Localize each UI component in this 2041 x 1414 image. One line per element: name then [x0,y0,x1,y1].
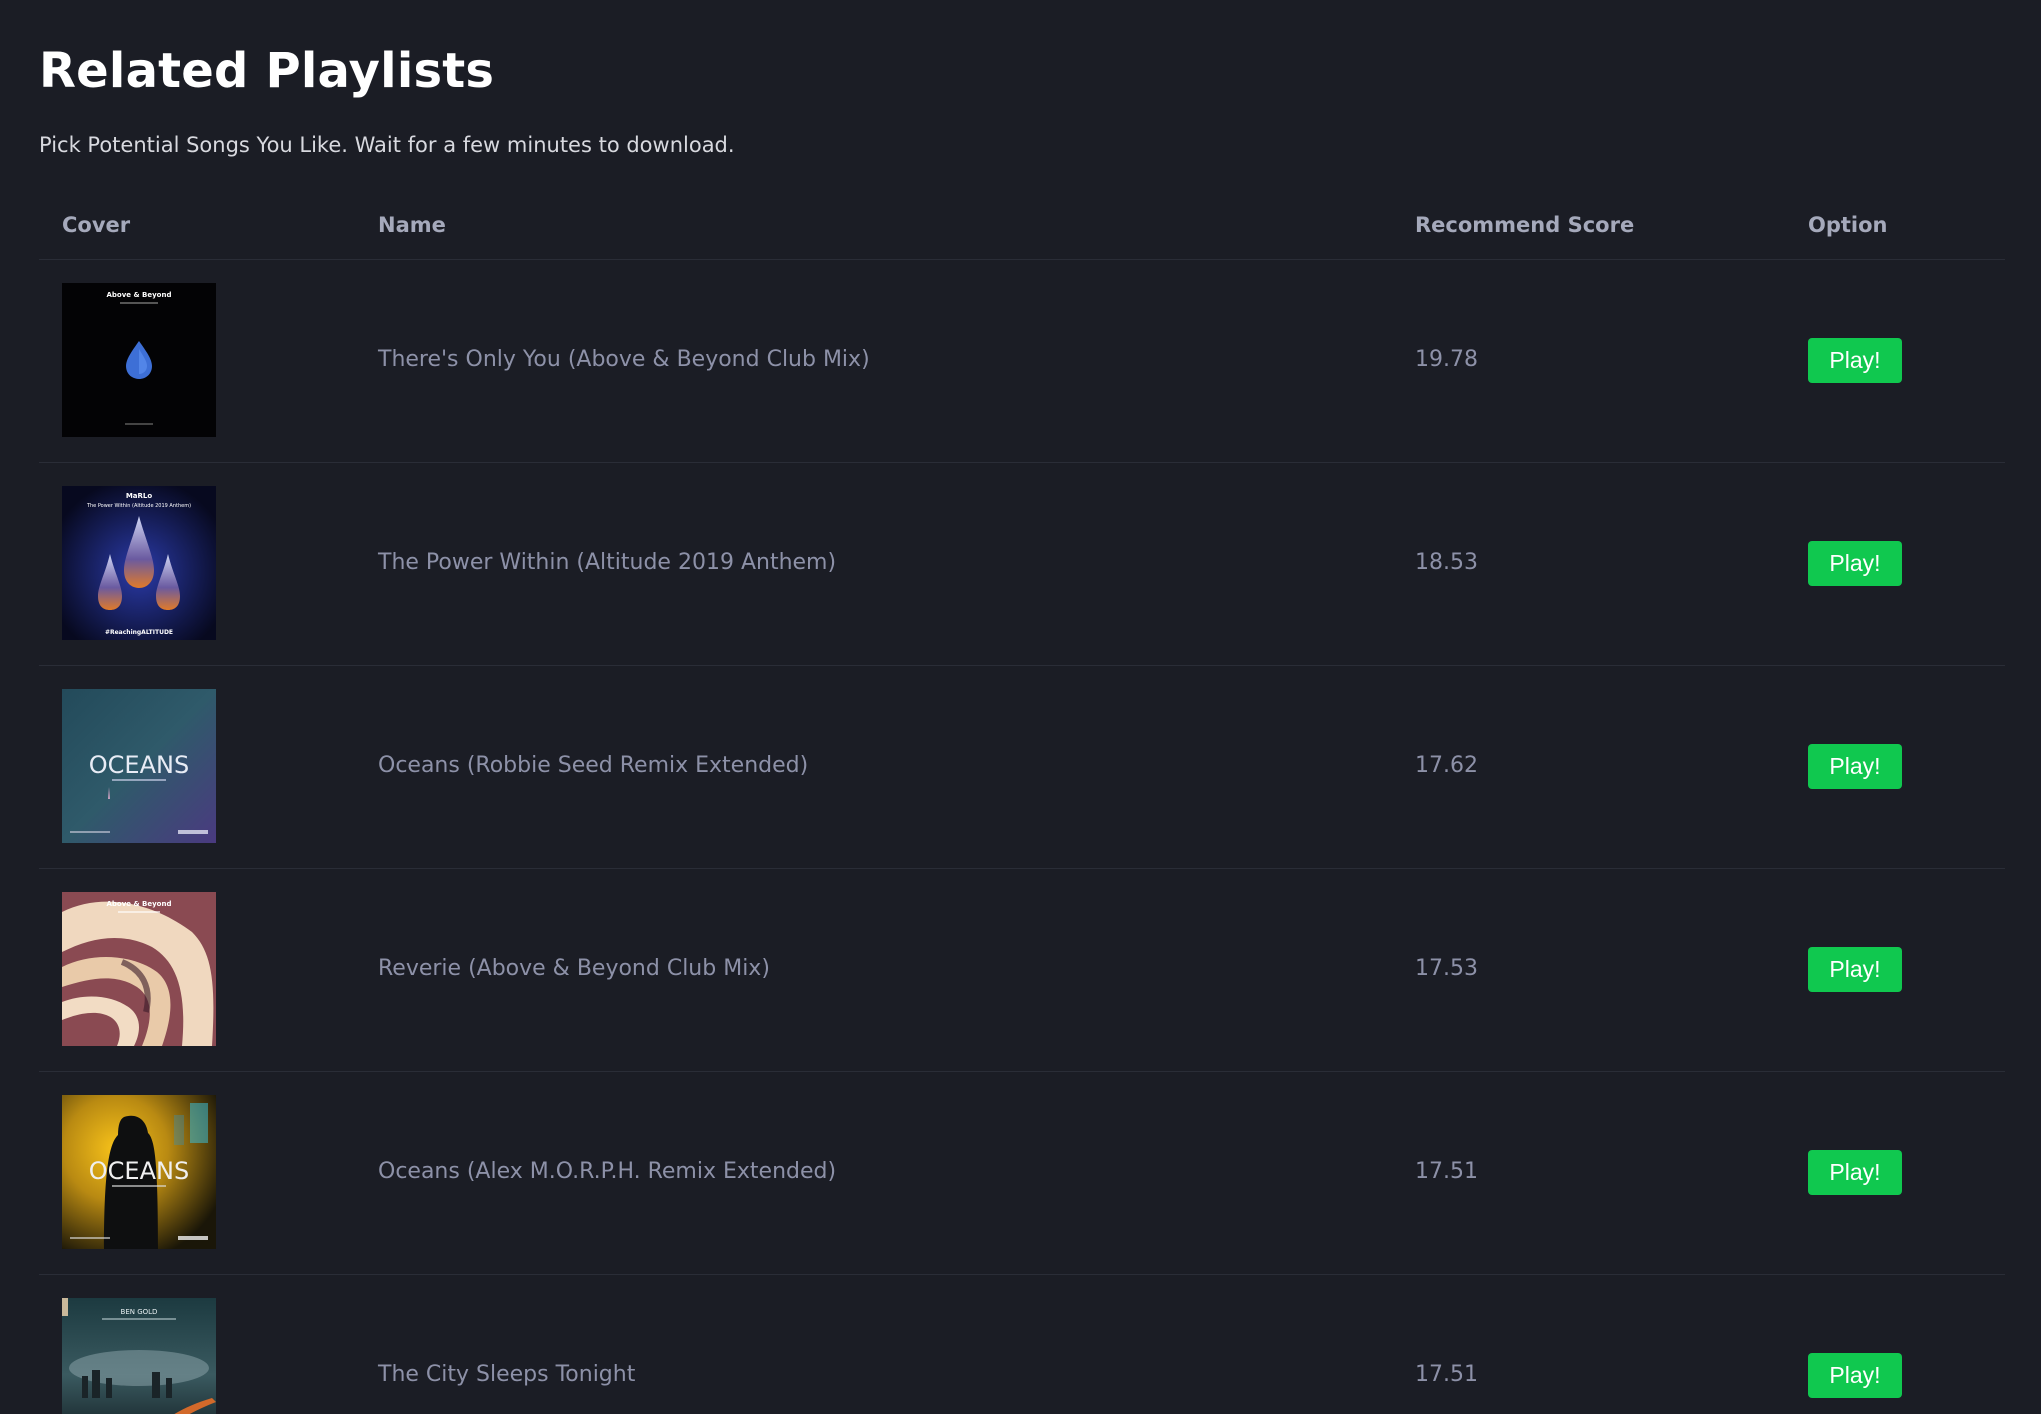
play-button[interactable]: Play! [1808,1150,1902,1195]
album-cover-blue-drop-icon: Above & Beyond [62,283,216,437]
song-name: The City Sleeps Tonight [378,1362,636,1387]
playlist-table: Cover Name Recommend Score Option Above … [39,190,2005,1414]
album-cover: Above & Beyond [62,892,216,1046]
album-cover-swirl-icon: Above & Beyond [62,892,216,1046]
album-cover: MaRLo The Power Within (Altitude 2019 An… [62,486,216,640]
table-row: BEN GOLD The City Sleeps Tonight 17.51 P… [39,1275,2005,1414]
song-name: The Power Within (Altitude 2019 Anthem) [378,550,837,575]
recommend-score: 17.51 [1415,1362,1478,1387]
column-header-option: Option [1808,213,1888,237]
cover-tag-text: #ReachingALTITUDE [105,629,173,636]
play-button[interactable]: Play! [1808,947,1902,992]
cover-artist-text: MaRLo [126,492,153,500]
cover-artist-text: Above & Beyond [107,291,172,299]
album-cover: OCEANS [62,1095,216,1249]
play-button[interactable]: Play! [1808,744,1902,789]
column-header-name: Name [378,213,446,237]
play-button[interactable]: Play! [1808,541,1902,586]
album-cover: Above & Beyond [62,283,216,437]
recommend-score: 18.53 [1415,550,1478,575]
album-cover-crystal-drops-icon: MaRLo The Power Within (Altitude 2019 An… [62,486,216,640]
album-cover-oceans-gold-icon: OCEANS [62,1095,216,1249]
column-header-recommend-score: Recommend Score [1415,213,1635,237]
table-row: MaRLo The Power Within (Altitude 2019 An… [39,463,2005,666]
column-header-cover: Cover [62,213,131,237]
album-cover: OCEANS [62,689,216,843]
page-title: Related Playlists [39,43,495,99]
album-cover: BEN GOLD [62,1298,216,1414]
table-row: Above & Beyond Reverie (Above & Beyond C… [39,869,2005,1072]
related-playlists-page: Related Playlists Pick Potential Songs Y… [0,0,2041,1414]
play-button[interactable]: Play! [1808,338,1902,383]
play-button[interactable]: Play! [1808,1353,1902,1398]
song-name: Oceans (Robbie Seed Remix Extended) [378,753,809,778]
cover-title-text: The Power Within (Altitude 2019 Anthem) [86,503,191,509]
table-row: Above & Beyond There's Only You (Above &… [39,260,2005,463]
recommend-score: 19.78 [1415,347,1478,372]
song-name: Reverie (Above & Beyond Club Mix) [378,956,770,981]
album-cover-oceans-teal-icon: OCEANS [62,689,216,843]
recommend-score: 17.51 [1415,1159,1478,1184]
recommend-score: 17.53 [1415,956,1478,981]
table-header: Cover Name Recommend Score Option [39,190,2005,260]
cover-title-text: OCEANS [89,1157,189,1185]
page-subtitle: Pick Potential Songs You Like. Wait for … [39,133,735,157]
recommend-score: 17.62 [1415,753,1478,778]
cover-artist-text: Above & Beyond [107,900,172,908]
table-row: OCEANS Oceans (Alex M.O.R.P.H. Remix Ext… [39,1072,2005,1275]
song-name: Oceans (Alex M.O.R.P.H. Remix Extended) [378,1159,837,1184]
cover-title-text: OCEANS [89,751,189,779]
song-name: There's Only You (Above & Beyond Club Mi… [378,347,870,372]
album-cover-city-night-icon: BEN GOLD [62,1298,216,1414]
table-row: OCEANS Oceans (Robbie Seed Remix Extende… [39,666,2005,869]
cover-artist-text: BEN GOLD [121,1308,158,1316]
